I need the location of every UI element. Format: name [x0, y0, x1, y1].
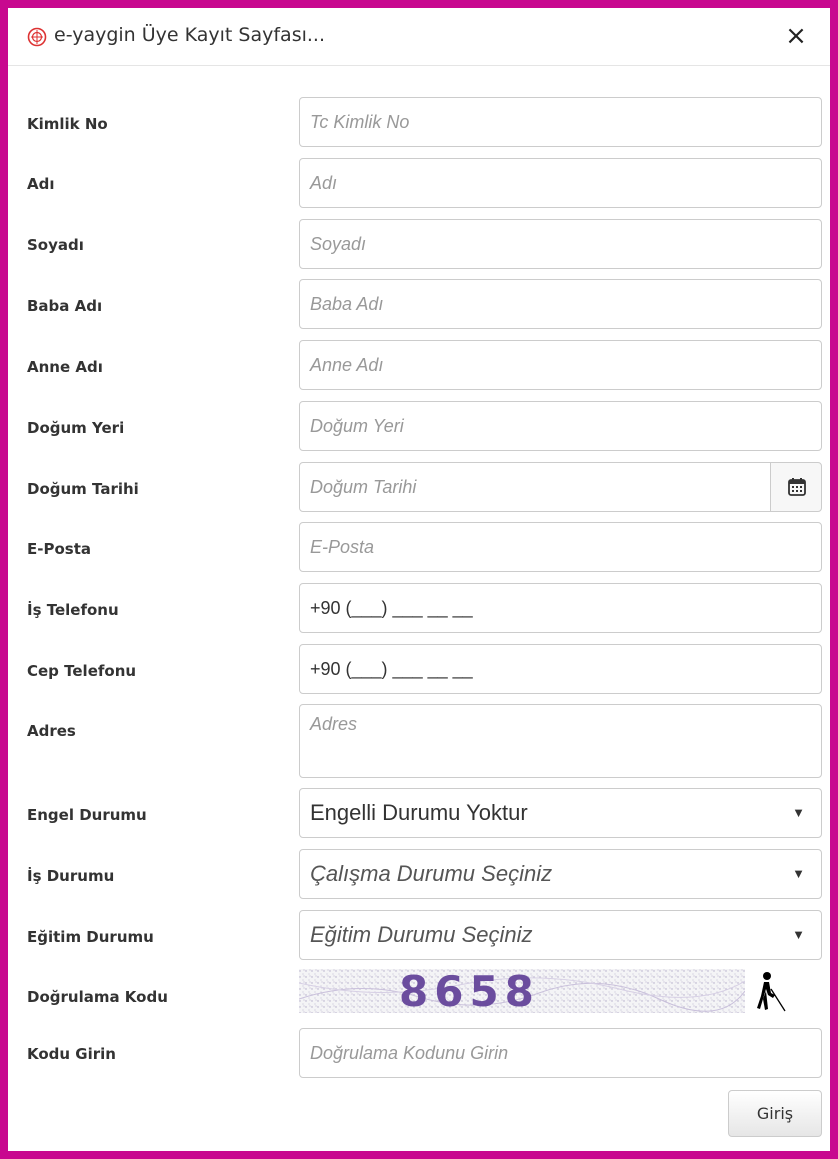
modal-title: e-yaygin Üye Kayıt Sayfası...	[54, 24, 326, 46]
label-cep-telefonu: Cep Telefonu	[27, 662, 137, 680]
accessibility-icon[interactable]	[754, 969, 788, 1013]
date-picker-button[interactable]	[770, 462, 822, 512]
label-dogrulama-kodu: Doğrulama Kodu	[27, 988, 168, 1006]
label-kodu-girin: Kodu Girin	[27, 1045, 116, 1063]
baba-adi-input[interactable]: Baba Adı	[299, 279, 822, 329]
label-engel-durumu: Engel Durumu	[27, 806, 147, 824]
egitim-durumu-select[interactable]: Eğitim Durumu Seçiniz ▼	[299, 910, 822, 960]
modal-header: e-yaygin Üye Kayıt Sayfası... ×	[8, 8, 830, 66]
e-posta-input[interactable]: E-Posta	[299, 522, 822, 572]
label-e-posta: E-Posta	[27, 540, 91, 558]
calendar-icon	[788, 478, 806, 496]
label-adi: Adı	[27, 175, 55, 193]
close-icon[interactable]: ×	[780, 20, 812, 52]
dogum-yeri-input[interactable]: Doğum Yeri	[299, 401, 822, 451]
label-adres: Adres	[27, 722, 76, 740]
label-soyadi: Soyadı	[27, 236, 84, 254]
is-telefonu-input[interactable]: +90 (___) ___ __ __	[299, 583, 822, 633]
chevron-down-icon: ▼	[792, 927, 805, 942]
adi-input[interactable]: Adı	[299, 158, 822, 208]
engel-durumu-select[interactable]: Engelli Durumu Yoktur ▼	[299, 788, 822, 838]
adres-textarea[interactable]: Adres	[299, 704, 822, 778]
registration-modal: e-yaygin Üye Kayıt Sayfası... × Kimlik N…	[8, 8, 830, 1151]
chevron-down-icon: ▼	[792, 805, 805, 820]
kimlik-no-input[interactable]: Tc Kimlik No	[299, 97, 822, 147]
label-dogum-yeri: Doğum Yeri	[27, 419, 125, 437]
is-durumu-value: Çalışma Durumu Seçiniz	[310, 861, 553, 886]
ministry-logo-icon	[27, 27, 47, 47]
label-is-durumu: İş Durumu	[27, 867, 115, 885]
chevron-down-icon: ▼	[792, 866, 805, 881]
label-dogum-tarihi: Doğum Tarihi	[27, 480, 139, 498]
anne-adi-input[interactable]: Anne Adı	[299, 340, 822, 390]
label-egitim-durumu: Eğitim Durumu	[27, 928, 154, 946]
label-anne-adi: Anne Adı	[27, 358, 103, 376]
egitim-durumu-value: Eğitim Durumu Seçiniz	[310, 922, 533, 947]
captcha-text: 8658	[399, 969, 540, 1013]
captcha-image: 8658	[299, 969, 745, 1013]
label-baba-adi: Baba Adı	[27, 297, 103, 315]
label-kimlik-no: Kimlik No	[27, 115, 108, 133]
giris-button[interactable]: Giriş	[728, 1090, 822, 1137]
label-is-telefonu: İş Telefonu	[27, 601, 119, 619]
cep-telefonu-input[interactable]: +90 (___) ___ __ __	[299, 644, 822, 694]
dogrulama-kodu-input[interactable]: Doğrulama Kodunu Girin	[299, 1028, 822, 1078]
soyadi-input[interactable]: Soyadı	[299, 219, 822, 269]
engel-durumu-value: Engelli Durumu Yoktur	[310, 800, 528, 825]
is-durumu-select[interactable]: Çalışma Durumu Seçiniz ▼	[299, 849, 822, 899]
dogum-tarihi-input[interactable]: Doğum Tarihi	[299, 462, 771, 512]
